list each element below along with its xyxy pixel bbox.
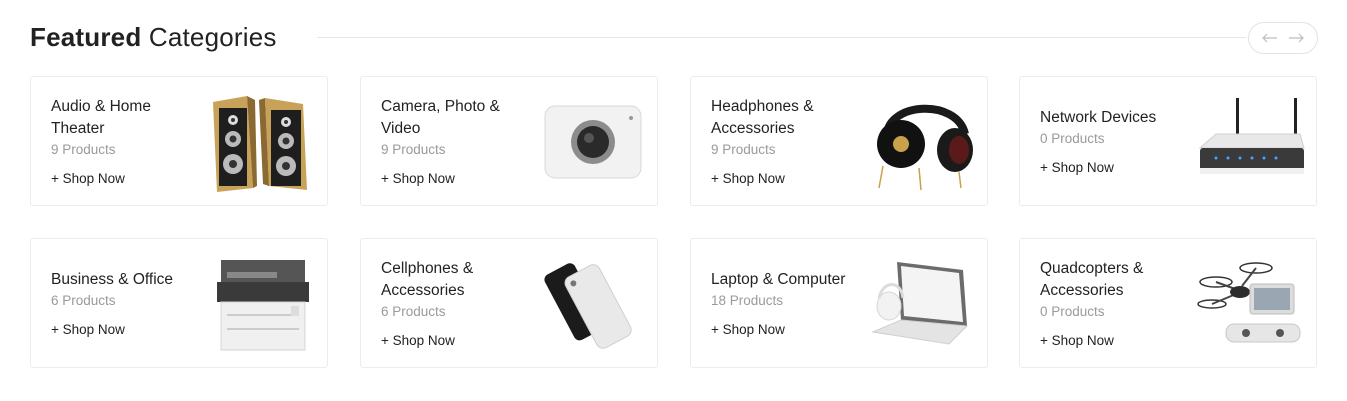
section-title-light: Categories xyxy=(148,22,277,52)
category-card-camera[interactable]: Camera, Photo & Video 9 Products + Shop … xyxy=(360,76,658,206)
section-title: Featured Categories xyxy=(30,22,277,53)
arrow-left-icon[interactable] xyxy=(1262,30,1278,46)
category-count: 6 Products xyxy=(381,304,446,319)
shop-now-link[interactable]: + Shop Now xyxy=(711,171,867,186)
category-name[interactable]: Audio & Home Theater xyxy=(51,96,207,140)
category-card-headphones[interactable]: Headphones & Accessories 9 Products + Sh… xyxy=(690,76,988,206)
category-card-audio[interactable]: Audio & Home Theater 9 Products + Shop N… xyxy=(30,76,328,206)
category-name[interactable]: Laptop & Computer xyxy=(711,269,867,291)
smartphone-image[interactable] xyxy=(537,254,647,354)
category-count: 9 Products xyxy=(51,142,116,157)
category-name[interactable]: Business & Office xyxy=(51,269,207,291)
drone-image[interactable] xyxy=(1196,254,1306,354)
section-title-bold: Featured xyxy=(30,22,142,52)
category-name[interactable]: Quadcopters & Accessories xyxy=(1040,258,1196,302)
category-card-network[interactable]: Network Devices 0 Products + Shop Now xyxy=(1019,76,1317,206)
printer-image[interactable] xyxy=(207,254,317,354)
category-name[interactable]: Cellphones & Accessories xyxy=(381,258,537,302)
router-image[interactable] xyxy=(1196,92,1306,192)
category-count: 0 Products xyxy=(1040,131,1105,146)
headphones-image[interactable] xyxy=(867,92,977,192)
category-name[interactable]: Camera, Photo & Video xyxy=(381,96,537,140)
section-header: Featured Categories xyxy=(30,20,1318,56)
carousel-nav xyxy=(1248,22,1318,54)
shop-now-link[interactable]: + Shop Now xyxy=(1040,333,1196,348)
category-card-laptop[interactable]: Laptop & Computer 18 Products + Shop Now xyxy=(690,238,988,368)
category-count: 9 Products xyxy=(381,142,446,157)
shop-now-link[interactable]: + Shop Now xyxy=(51,322,207,337)
action-camera-image[interactable] xyxy=(537,92,647,192)
laptop-image[interactable] xyxy=(867,254,977,354)
category-card-cellphones[interactable]: Cellphones & Accessories 6 Products + Sh… xyxy=(360,238,658,368)
shop-now-link[interactable]: + Shop Now xyxy=(1040,160,1196,175)
category-count: 9 Products xyxy=(711,142,776,157)
shop-now-link[interactable]: + Shop Now xyxy=(381,171,537,186)
shop-now-link[interactable]: + Shop Now xyxy=(51,171,207,186)
header-divider xyxy=(317,37,1246,38)
category-count: 18 Products xyxy=(711,293,784,308)
category-card-business[interactable]: Business & Office 6 Products + Shop Now xyxy=(30,238,328,368)
category-count: 0 Products xyxy=(1040,304,1105,319)
speakers-image[interactable] xyxy=(207,92,317,192)
category-card-quadcopters[interactable]: Quadcopters & Accessories 0 Products + S… xyxy=(1019,238,1317,368)
shop-now-link[interactable]: + Shop Now xyxy=(381,333,537,348)
shop-now-link[interactable]: + Shop Now xyxy=(711,322,867,337)
category-count: 6 Products xyxy=(51,293,116,308)
category-name[interactable]: Network Devices xyxy=(1040,107,1196,129)
category-name[interactable]: Headphones & Accessories xyxy=(711,96,867,140)
arrow-right-icon[interactable] xyxy=(1288,30,1304,46)
